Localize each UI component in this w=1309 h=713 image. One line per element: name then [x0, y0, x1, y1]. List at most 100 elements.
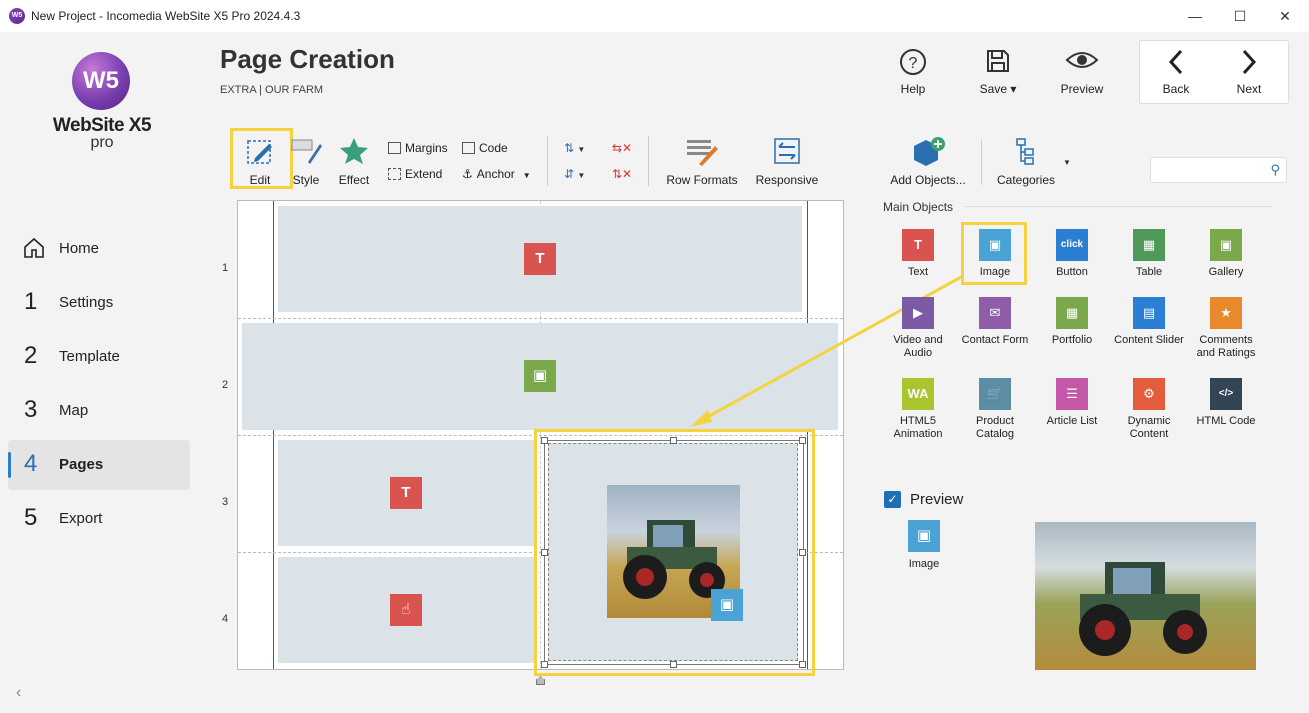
delete-row-icon[interactable]: ⇅✕	[612, 167, 632, 181]
sidebar-item-label: Template	[59, 348, 120, 365]
sidebar-item-map[interactable]: 3 Map	[8, 386, 190, 436]
object-gallery[interactable]: ▣ Gallery	[1189, 229, 1263, 279]
step-number: 5	[24, 504, 38, 531]
table-icon: ▦	[1133, 229, 1165, 261]
search-input[interactable]: ⚲	[1150, 157, 1287, 183]
help-label: Help	[900, 82, 926, 96]
help-button[interactable]: ? Help	[878, 48, 948, 96]
object-comments-and-ratings[interactable]: ★ Comments and Ratings	[1189, 297, 1263, 360]
object-table[interactable]: ▦ Table	[1112, 229, 1186, 279]
svg-text:?: ?	[909, 55, 918, 72]
comments-and-ratings-icon: ★	[1210, 297, 1242, 329]
style-button[interactable]: Style	[289, 136, 323, 187]
object-button[interactable]: click Button	[1035, 229, 1109, 279]
save-label: Save ▾	[979, 82, 1017, 96]
effect-button[interactable]: Effect	[334, 136, 374, 187]
style-brush-icon	[291, 139, 322, 164]
object-dynamic-content[interactable]: ⚙ Dynamic Content	[1112, 378, 1186, 441]
resize-handle[interactable]	[670, 437, 677, 444]
edit-icon	[247, 140, 272, 164]
contact-form-icon: ✉	[979, 297, 1011, 329]
resize-handle[interactable]	[541, 549, 548, 556]
next-button[interactable]: Next	[1214, 48, 1284, 96]
title-bar: W5 New Project - Incomedia WebSite X5 Pr…	[0, 0, 1309, 32]
save-icon	[963, 48, 1033, 82]
sidebar-item-template[interactable]: 2 Template	[8, 332, 190, 382]
chevron-right-icon	[1214, 48, 1284, 82]
object-label: Article List	[1046, 415, 1098, 427]
object-label: Product Catalog	[976, 415, 1014, 440]
row-formats-button[interactable]: Row Formats	[664, 136, 740, 187]
object-label: Video and Audio	[893, 334, 943, 359]
html-code-icon: </>	[1210, 378, 1242, 410]
back-button[interactable]: Back	[1141, 48, 1211, 96]
effect-label: Effect	[338, 173, 370, 187]
next-label: Next	[1236, 82, 1262, 96]
resize-handle[interactable]	[541, 437, 548, 444]
extend-icon	[388, 168, 401, 180]
resize-handle[interactable]	[670, 661, 677, 668]
gallery-icon: ▣	[1210, 229, 1242, 261]
text-object-icon: T	[524, 243, 556, 275]
sidebar-item-export[interactable]: 5 Export	[8, 494, 190, 544]
margins-button[interactable]: Margins	[388, 141, 448, 155]
categories-label: Categories	[996, 173, 1056, 187]
object-content-slider[interactable]: ▤ Content Slider	[1112, 297, 1186, 347]
window-title: New Project - Incomedia WebSite X5 Pro 2…	[31, 9, 301, 23]
margins-label: Margins	[405, 141, 448, 155]
extend-button[interactable]: Extend	[388, 167, 442, 181]
move-row-icon[interactable]: ⇵ ▼	[564, 167, 585, 181]
style-label: Style	[292, 173, 320, 187]
code-button[interactable]: Code	[462, 141, 508, 155]
object-article-list[interactable]: ☰ Article List	[1035, 378, 1109, 428]
anchor-button[interactable]: ⚓ Anchor ▼	[462, 167, 531, 181]
step-number: 3	[24, 396, 38, 423]
responsive-button[interactable]: Responsive	[754, 136, 820, 187]
preview-checkbox[interactable]: ✓	[884, 491, 901, 508]
row-height-handle[interactable]	[536, 676, 545, 685]
resize-handle[interactable]	[541, 661, 548, 668]
object-contact-form[interactable]: ✉ Contact Form	[958, 297, 1032, 347]
object-text[interactable]: T Text	[881, 229, 955, 279]
edit-button[interactable]: Edit	[236, 136, 284, 187]
step-number: 4	[24, 450, 38, 477]
categories-button[interactable]: Categories	[994, 136, 1058, 187]
save-button[interactable]: Save ▾	[963, 48, 1033, 96]
preview-checkbox-label: Preview	[910, 491, 964, 508]
anchor-icon: ⚓	[462, 167, 473, 181]
sidebar-item-settings[interactable]: 1 Settings	[8, 278, 190, 328]
anchor-label: Anchor	[476, 167, 515, 181]
object-html5-animation[interactable]: WA HTML5 Animation	[881, 378, 955, 441]
minimize-button[interactable]: —	[1172, 0, 1218, 32]
close-button[interactable]: ✕	[1262, 0, 1308, 32]
object-product-catalog[interactable]: 🛒 Product Catalog	[958, 378, 1032, 441]
add-objects-label: Add Objects...	[890, 173, 966, 187]
collapse-sidebar-button[interactable]: ‹	[16, 684, 21, 702]
object-video-and-audio[interactable]: ▶ Video and Audio	[881, 297, 955, 360]
help-icon: ?	[878, 48, 948, 82]
resize-handle[interactable]	[799, 549, 806, 556]
maximize-button[interactable]: ☐	[1217, 0, 1263, 32]
row-number: 3	[221, 496, 229, 508]
gallery-object-icon: ▣	[524, 360, 556, 392]
object-portfolio[interactable]: ▦ Portfolio	[1035, 297, 1109, 347]
resize-handle[interactable]	[799, 661, 806, 668]
dynamic-content-icon: ⚙	[1133, 378, 1165, 410]
preview-button[interactable]: Preview	[1047, 48, 1117, 96]
add-objects-button[interactable]: Add Objects...	[887, 136, 969, 187]
row-number: 2	[221, 379, 229, 391]
search-icon: ⚲	[1270, 162, 1280, 177]
delete-column-icon[interactable]: ⇆✕	[612, 141, 632, 155]
product-catalog-icon: 🛒	[979, 378, 1011, 410]
html5-animation-icon: WA	[902, 378, 934, 410]
sidebar-item-label: Export	[59, 510, 103, 527]
categories-dropdown-icon[interactable]: ▼	[1063, 158, 1071, 167]
insert-row-icon[interactable]: ⇅ ▼	[564, 141, 585, 155]
portfolio-icon: ▦	[1056, 297, 1088, 329]
sidebar-item-home[interactable]: Home	[8, 224, 190, 274]
sidebar-item-pages[interactable]: 4 Pages	[8, 440, 190, 490]
video-and-audio-icon: ▶	[902, 297, 934, 329]
code-label: Code	[479, 141, 508, 155]
object-label: Comments and Ratings	[1196, 334, 1256, 359]
object-html-code[interactable]: </> HTML Code	[1189, 378, 1263, 428]
